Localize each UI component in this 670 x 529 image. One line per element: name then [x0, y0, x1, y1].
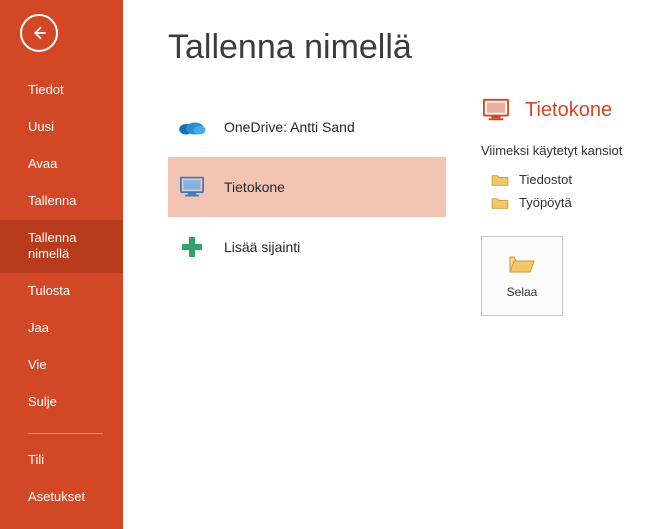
folder-label: Työpöytä: [519, 195, 572, 210]
location-label: OneDrive: Antti Sand: [224, 119, 355, 135]
sidebar-item-save-as[interactable]: Tallenna nimellä: [0, 220, 123, 274]
sidebar-item-print[interactable]: Tulosta: [0, 273, 123, 310]
sidebar-item-export[interactable]: Vie: [0, 347, 123, 384]
location-onedrive[interactable]: OneDrive: Antti Sand: [168, 97, 446, 157]
onedrive-icon: [176, 111, 208, 143]
sidebar-item-share[interactable]: Jaa: [0, 310, 123, 347]
add-icon: [176, 231, 208, 263]
page-title: Tallenna nimellä: [168, 28, 650, 67]
backstage-sidebar: Tiedot Uusi Avaa Tallenna Tallenna nimel…: [0, 0, 123, 529]
sidebar-divider: [28, 433, 103, 434]
sidebar-item-close[interactable]: Sulje: [0, 384, 123, 421]
browse-label: Selaa: [507, 285, 538, 299]
location-computer[interactable]: Tietokone: [168, 157, 446, 217]
location-label: Lisää sijainti: [224, 239, 300, 255]
recent-folder[interactable]: Työpöytä: [481, 191, 650, 214]
sidebar-item-save[interactable]: Tallenna: [0, 183, 123, 220]
folder-label: Tiedostot: [519, 172, 572, 187]
sidebar-item-account[interactable]: Tili: [0, 442, 123, 479]
folder-icon: [491, 173, 509, 187]
sidebar-item-open[interactable]: Avaa: [0, 146, 123, 183]
locations-list: OneDrive: Antti Sand Tietokone: [168, 97, 446, 316]
back-button[interactable]: [20, 14, 58, 52]
sidebar-item-info[interactable]: Tiedot: [0, 72, 123, 109]
computer-icon: [176, 171, 208, 203]
location-label: Tietokone: [224, 179, 285, 195]
location-details: Tietokone Viimeksi käytetyt kansiot Tied…: [481, 97, 650, 316]
details-title: Tietokone: [525, 99, 612, 122]
location-add-place[interactable]: Lisää sijainti: [168, 217, 446, 277]
open-folder-icon: [508, 253, 536, 275]
sidebar-item-options[interactable]: Asetukset: [0, 479, 123, 516]
columns: OneDrive: Antti Sand Tietokone: [168, 97, 650, 316]
details-header: Tietokone: [481, 97, 650, 123]
folder-icon: [491, 196, 509, 210]
recent-folders-heading: Viimeksi käytetyt kansiot: [481, 143, 650, 158]
back-arrow-icon: [30, 24, 48, 42]
sidebar-item-new[interactable]: Uusi: [0, 109, 123, 146]
recent-folder[interactable]: Tiedostot: [481, 168, 650, 191]
computer-icon: [481, 97, 511, 123]
browse-button[interactable]: Selaa: [481, 236, 563, 316]
main-panel: Tallenna nimellä OneDrive: Antti Sand: [123, 0, 670, 529]
